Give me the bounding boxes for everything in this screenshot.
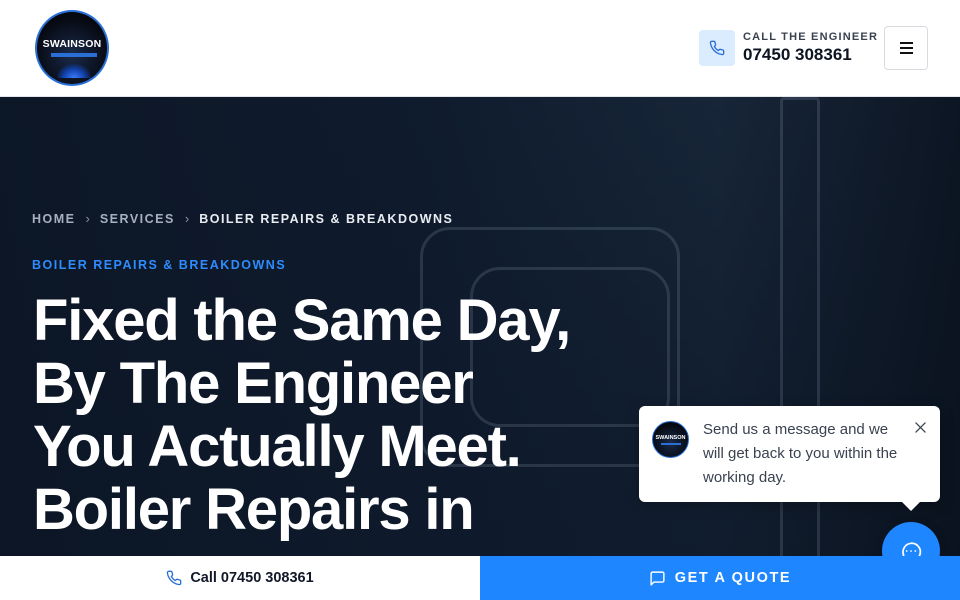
headline-line: Boiler Repairs in (33, 477, 475, 542)
chat-message: Send us a message and we will get back t… (703, 421, 898, 486)
bottom-call-label: Call 07450 308361 (190, 570, 314, 586)
logo-bar (51, 53, 97, 57)
call-label: CALL THE ENGINEER (743, 31, 879, 43)
phone-icon (167, 570, 182, 586)
breadcrumb: HOME › SERVICES › BOILER REPAIRS & BREAK… (32, 211, 453, 226)
headline-line: Fixed the Same Day, (33, 288, 571, 353)
hero-section: HOME › SERVICES › BOILER REPAIRS & BREAK… (0, 97, 960, 600)
headline-line: By The Engineer (33, 351, 474, 416)
hero-headline: Fixed the Same Day, By The Engineer You … (33, 289, 693, 541)
breadcrumb-home[interactable]: HOME (32, 212, 76, 226)
logo-text: SWAINSON (42, 38, 102, 50)
chat-popup[interactable]: SWAINSON Send us a message and we will g… (639, 406, 940, 511)
breadcrumb-services[interactable]: SERVICES (100, 212, 175, 226)
headline-line: You Actually Meet. (33, 414, 522, 479)
chat-avatar: SWAINSON (652, 421, 689, 458)
site-logo[interactable]: SWAINSON (35, 10, 109, 86)
hamburger-icon-line (899, 42, 913, 44)
breadcrumb-current: BOILER REPAIRS & BREAKDOWNS (199, 211, 454, 226)
chat-avatar-text: SWAINSON (655, 435, 686, 441)
message-icon (650, 570, 665, 586)
bottom-call-button[interactable]: Call 07450 308361 (0, 556, 480, 600)
background-pipe (780, 97, 820, 600)
chevron-right-icon: › (85, 211, 90, 226)
hamburger-icon-line (899, 47, 913, 49)
close-icon[interactable] (911, 418, 929, 436)
site-header: SWAINSON CALL THE ENGINEER 07450 308361 (0, 0, 960, 97)
call-number[interactable]: 07450 308361 (743, 45, 852, 65)
get-quote-button[interactable]: GET A QUOTE (480, 556, 960, 600)
hamburger-icon-line (899, 52, 913, 54)
hero-eyebrow: BOILER REPAIRS & BREAKDOWNS (32, 258, 287, 272)
chevron-right-icon: › (184, 211, 190, 226)
get-quote-label: GET A QUOTE (674, 570, 792, 586)
flame-icon (57, 64, 91, 78)
call-engineer-box[interactable]: CALL THE ENGINEER 07450 308361 (699, 30, 877, 70)
phone-icon (699, 30, 735, 66)
menu-button[interactable] (884, 26, 928, 70)
chat-avatar-bar (661, 443, 681, 445)
